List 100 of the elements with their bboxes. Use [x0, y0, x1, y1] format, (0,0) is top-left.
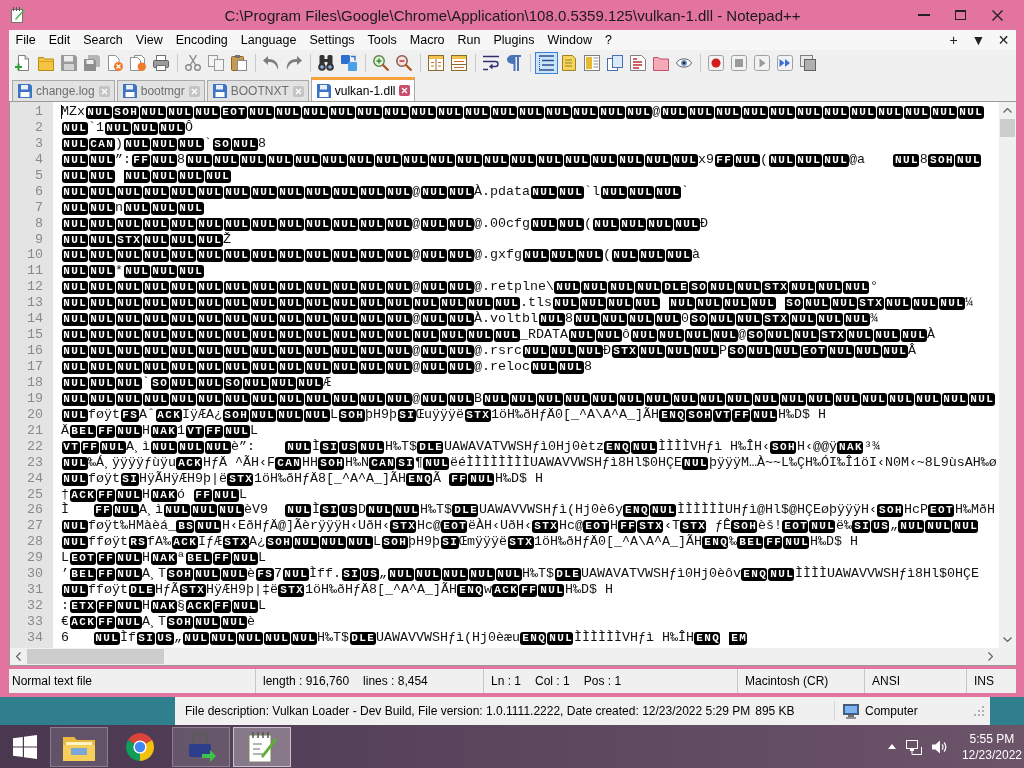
menu-item[interactable]: File	[9, 30, 43, 50]
maximize-icon[interactable]	[955, 10, 966, 20]
printer-icon[interactable]	[153, 54, 169, 71]
chevron-down-icon[interactable]	[1003, 637, 1012, 642]
chevron-right-icon[interactable]	[988, 652, 993, 661]
horizontal-scrollbar[interactable]	[10, 648, 999, 665]
vertical-scrollbar[interactable]	[999, 102, 1016, 648]
code-line: NUL NUL NUL` SO NUL NUL SO NUL NUL NULÆ	[61, 374, 332, 391]
file-tab[interactable]: bootmgr	[116, 80, 205, 101]
stop-icon[interactable]	[731, 54, 747, 71]
chevron-up-icon[interactable]	[1003, 108, 1012, 113]
line-number: 2	[34, 119, 44, 136]
notepad-page-icon[interactable]	[561, 54, 577, 71]
text-cursor	[61, 105, 62, 119]
menu-item[interactable]: Window	[540, 30, 599, 50]
line-number: 22	[26, 438, 44, 455]
notepad-icon[interactable]	[9, 7, 25, 23]
status-text: Ln : 1	[491, 674, 522, 688]
record-icon[interactable]	[708, 54, 724, 71]
zoom-in-icon[interactable]	[373, 54, 389, 71]
scissors-icon[interactable]	[185, 54, 201, 71]
close-all-icon[interactable]	[130, 54, 146, 71]
clock-date[interactable]: 12/23/2022	[961, 746, 1022, 763]
save-macro-icon[interactable]	[800, 54, 816, 71]
code-line: NUL NUL NUL NUL NUL NUL NUL NUL NUL NUL NUL NUL NUL@ NUL NUL@.reloc NUL NUL 8	[61, 359, 593, 375]
taskbar-button[interactable]	[172, 726, 230, 767]
resize-grip-icon[interactable]	[974, 706, 984, 716]
menu-item[interactable]: Language	[234, 30, 303, 50]
code-line: NUL fføÿt DLE HƒÃ STX HÿÆH9þ|‡ë STX 1öH‰ðHƒÄ8[_^A^A_]ÃH ENQw ACK FF NUL H‰D$ H	[61, 582, 614, 599]
menu-item[interactable]: Search	[76, 30, 130, 50]
document-list-icon[interactable]	[607, 54, 623, 71]
line-number: 17	[26, 359, 44, 375]
line-number: 33	[26, 614, 44, 630]
menu-item[interactable]: Encoding	[169, 30, 235, 50]
close-icon[interactable]	[992, 9, 1003, 21]
copy-icon[interactable]	[208, 54, 224, 71]
caret-up-icon[interactable]	[887, 744, 896, 749]
split-view-icon[interactable]	[451, 54, 467, 71]
status-text: Col : 1	[535, 674, 570, 688]
close-file-icon[interactable]	[107, 54, 123, 71]
floppy-icon[interactable]	[61, 54, 77, 71]
undo-icon[interactable]	[263, 54, 279, 71]
fast-forward-icon[interactable]	[777, 54, 793, 71]
function-list-icon[interactable]	[630, 54, 646, 71]
clock-time[interactable]: 5:55 PM	[969, 730, 1015, 747]
menu-item[interactable]: Macro	[403, 30, 452, 50]
line-number: 12	[26, 279, 44, 296]
code-line: VT FF NULA¸ì NUL NUL NUL è”: NUL Ì SI US NUL H‰T$ DLE UAWAVATVWSHƒì0Hj0ètz ENQ NUL ÌÌÌÌVHƒì H‰ÎH‹ SOH H‹@@ÿ NAK ³¾	[61, 438, 881, 455]
menu-item[interactable]: ?	[598, 30, 619, 50]
menu-item[interactable]: Edit	[42, 30, 77, 50]
menu-item[interactable]: Tools	[361, 30, 404, 50]
line-number: 21	[26, 422, 44, 439]
taskbar-button[interactable]	[50, 726, 108, 767]
file-tab[interactable]: change.log	[12, 80, 115, 101]
windows-logo-icon[interactable]	[13, 734, 37, 759]
speaker-icon[interactable]	[931, 739, 948, 754]
binoculars-icon[interactable]	[318, 54, 334, 71]
floppies-icon[interactable]	[84, 54, 100, 71]
play-icon[interactable]	[754, 54, 770, 71]
scrollbar-thumb[interactable]	[1000, 119, 1015, 137]
menu-item[interactable]: Settings	[302, 30, 362, 50]
taskbar-button[interactable]	[233, 726, 291, 767]
menu-glyph-button[interactable]: ▼	[966, 30, 991, 50]
menu-item[interactable]: Run	[451, 30, 487, 50]
line-number: 20	[26, 406, 44, 423]
round-logo-icon[interactable]	[125, 731, 155, 762]
clipboard-icon[interactable]	[231, 54, 247, 71]
chevron-left-icon[interactable]	[16, 652, 21, 661]
file-tab[interactable]: vulkan-1.dll	[310, 77, 416, 101]
indent-guide-button[interactable]	[534, 51, 558, 74]
minimize-icon[interactable]	[917, 14, 930, 16]
word-wrap-icon[interactable]	[483, 54, 499, 71]
network-icon[interactable]	[905, 738, 922, 755]
code-line: † ACK FF NUL H NAK ó FF NUL L	[61, 486, 248, 502]
new-file-icon[interactable]	[15, 54, 31, 71]
code-line: : ETX FF NUL H NAK§ ACK FF NUL L	[61, 598, 267, 614]
replace-icon[interactable]	[341, 54, 357, 71]
menu-item[interactable]: Plugins	[486, 30, 541, 50]
line-number: 30	[26, 566, 44, 583]
split-view-icon[interactable]	[428, 54, 444, 71]
pilcrow-icon[interactable]	[506, 54, 522, 71]
floppy-icon	[316, 83, 331, 98]
zoom-out-icon[interactable]	[396, 54, 412, 71]
menu-glyph-button[interactable]: +	[941, 30, 966, 50]
document-map-icon[interactable]	[584, 54, 600, 71]
window-title: C:\Program Files\Google\Chrome\Application\108.0.5359.125\vulkan-1.dll - Notepad++	[223, 6, 802, 24]
close-icon[interactable]	[399, 85, 411, 96]
file-tab[interactable]: BOOTNXT	[206, 80, 309, 101]
scrollbar-thumb[interactable]	[27, 649, 164, 664]
folder-icon[interactable]	[38, 54, 54, 71]
folder-icon[interactable]	[653, 54, 669, 71]
line-number: 8	[34, 215, 44, 232]
line-number: 1	[34, 104, 44, 120]
floppy-icon	[18, 84, 32, 98]
code-line: Ì FF NULA¸ì NUL NUL NUL èV9 NUL Ì SI US D NUL NUL H‰T$ DLE UAWAVVWSHƒì(Hj0è6y ENQ NUL ÌÌÌÌÌÌUHƒì@Hl$@HÇEøþÿÿÿH‹ SOH HcP EOT H‰MðH	[61, 502, 996, 518]
notepad-icon	[247, 731, 277, 762]
menu-item[interactable]: View	[129, 30, 170, 50]
menu-glyph-button[interactable]: ✕	[991, 30, 1016, 50]
redo-icon[interactable]	[286, 54, 302, 71]
code-line: NUL NUL NUL NUL NUL NUL NUL NUL NUL NUL NUL NUL NUL@ NUL NUL@.00cfg NUL NUL( NUL NUL NUL NULÐ	[61, 215, 709, 232]
